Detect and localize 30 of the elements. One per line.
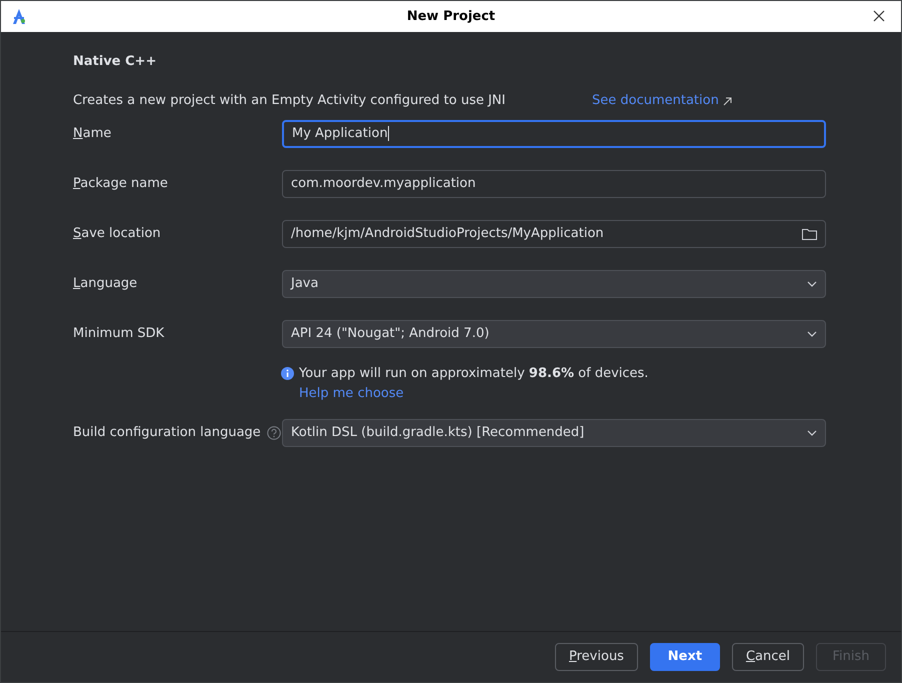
folder-icon[interactable]: [802, 228, 817, 240]
field-label: Language: [73, 275, 138, 294]
close-icon[interactable]: [873, 10, 885, 22]
external-link-icon: [722, 96, 732, 106]
field-label: Package name: [73, 175, 168, 194]
input-field[interactable]: com.moordev.myapplication: [282, 170, 826, 198]
help-icon[interactable]: [266, 426, 281, 440]
page-heading: Native C++: [73, 53, 158, 71]
dropdown[interactable]: Kotlin DSL (build.gradle.kts) [Recommended]: [282, 419, 826, 447]
info-icon: [281, 367, 294, 380]
help-link[interactable]: Help me choose: [299, 386, 404, 400]
input-field[interactable]: My Application: [282, 120, 826, 148]
documentation-link[interactable]: See documentation: [592, 91, 732, 111]
dialog-button[interactable]: Next: [650, 643, 720, 671]
dialog-button[interactable]: Previous: [555, 643, 638, 671]
info-text: Your app will run on approximately 98.6% of devices.: [299, 365, 648, 383]
field-label: Build configuration language: [73, 424, 261, 442]
field-label: Name: [73, 125, 112, 144]
dropdown[interactable]: API 24 ("Nougat"; Android 7.0): [282, 320, 826, 348]
chevron-down-icon: [807, 331, 817, 337]
field-label: Save location: [73, 225, 161, 244]
input-field[interactable]: /home/kjm/AndroidStudioProjects/MyApplication: [282, 220, 826, 248]
window-title: New Project: [406, 8, 496, 26]
chevron-down-icon: [807, 281, 817, 287]
dropdown[interactable]: Java: [282, 270, 826, 298]
dialog-button[interactable]: Cancel: [732, 643, 804, 671]
app-logo-icon: [11, 8, 27, 25]
chevron-down-icon: [807, 430, 817, 436]
description-text: Creates a new project with an Empty Activity configured to use JNI: [73, 92, 506, 110]
field-label: Minimum SDK: [73, 325, 164, 344]
